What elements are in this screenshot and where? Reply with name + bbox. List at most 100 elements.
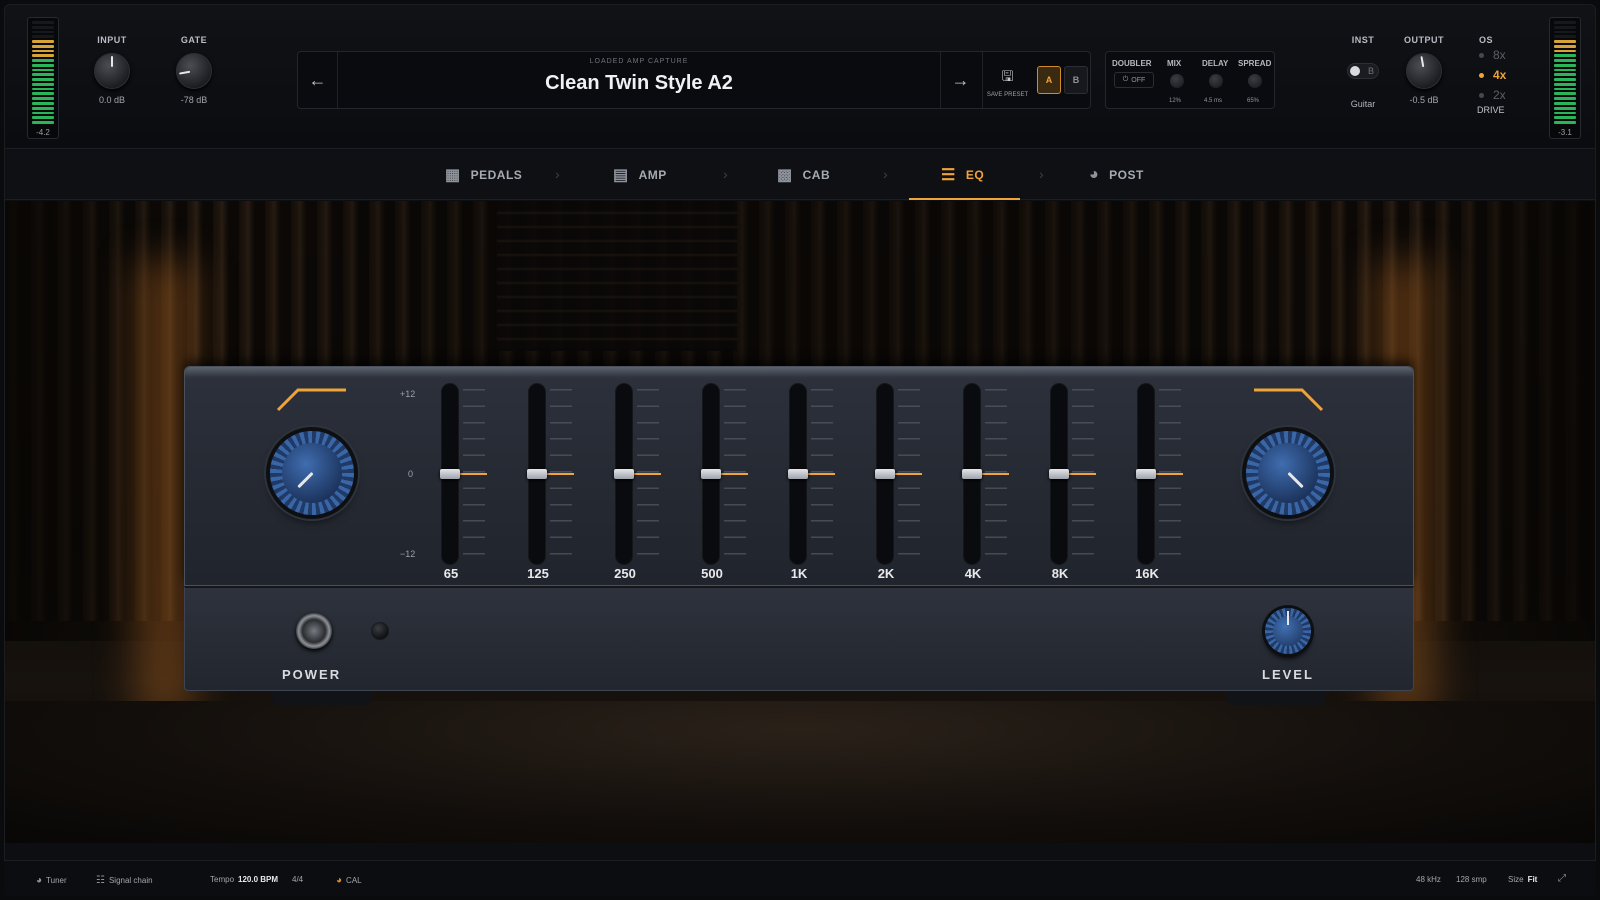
fader-thumb[interactable]: [440, 469, 460, 479]
doubler-title: DOUBLER: [1112, 59, 1152, 68]
doubler-power-button[interactable]: ⏻ OFF: [1114, 72, 1154, 88]
fader-thumb[interactable]: [788, 469, 808, 479]
tuner-button[interactable]: ◕ Tuner: [36, 875, 67, 886]
preset-subtitle: LOADED AMP CAPTURE: [589, 58, 689, 65]
cal-icon: ◕: [336, 875, 343, 886]
tab-eq[interactable]: ☰ EQ: [908, 150, 1021, 200]
os-option-label: 8x: [1493, 48, 1506, 62]
meter-segment: [32, 102, 54, 105]
os-option-2x[interactable]: 2x: [1475, 85, 1521, 105]
meter-segment: [1554, 44, 1576, 48]
meter-segment: [32, 44, 54, 48]
os-label: OS: [1479, 35, 1494, 45]
signal-chain-icon: ☷: [96, 875, 105, 886]
band-frequency-label: 250: [614, 566, 636, 581]
output-knob[interactable]: [1406, 53, 1442, 89]
preset-name[interactable]: Clean Twin Style A2: [338, 72, 940, 95]
level-knob[interactable]: [1265, 608, 1311, 654]
meter-segment: [1554, 82, 1576, 86]
eq-band-8k: 8K: [1049, 383, 1120, 581]
os-option-4x[interactable]: 4x: [1475, 65, 1521, 85]
meter-segment: [1554, 25, 1576, 29]
meter-segment: [1554, 111, 1576, 115]
meter-segment: [32, 59, 54, 62]
meter-segment: [1554, 102, 1576, 105]
fader-thumb[interactable]: [1136, 469, 1156, 479]
save-preset-button[interactable]: 🖫 SAVE PRESET: [982, 52, 1032, 108]
band-frequency-label: 4K: [964, 566, 982, 581]
fader-thumb[interactable]: [875, 469, 895, 479]
pedal-icon: ▦: [445, 167, 461, 184]
meter-segment: [1554, 54, 1576, 58]
time-signature[interactable]: 4/4: [292, 875, 303, 884]
tab-label: CAB: [802, 168, 831, 182]
high-shelf-knob[interactable]: [1246, 431, 1330, 515]
fader-thumb[interactable]: [962, 469, 982, 479]
toggle-thumb: [1350, 66, 1360, 76]
top-bar: -4.2 INPUT 0.0 dB GATE -78 dB ← LOADED A…: [5, 5, 1595, 149]
arrow-right-icon: →: [951, 69, 970, 90]
zero-db-marker: [892, 473, 922, 475]
band-frequency-label: 2K: [877, 566, 895, 581]
band-frequency-label: 500: [701, 566, 723, 581]
chevron-right-icon: ›: [555, 166, 560, 182]
tempo-label: Tempo: [210, 875, 235, 884]
signal-chain-button[interactable]: ☷ Signal chain: [96, 875, 153, 886]
os-option-8x[interactable]: 8x: [1475, 45, 1521, 65]
inst-control: INST B Guitar: [1341, 35, 1385, 109]
meter-segment: [1554, 68, 1576, 72]
eq-band-2k: 2K: [875, 383, 946, 581]
input-knob[interactable]: [94, 53, 130, 89]
tab-label: AMP: [638, 168, 667, 182]
meter-segment: [1554, 40, 1576, 43]
meter-segment: [1554, 73, 1576, 77]
power-label: POWER: [282, 667, 342, 682]
toggle-letter: B: [1367, 66, 1374, 76]
fader-thumb[interactable]: [527, 469, 547, 479]
fader-thumb[interactable]: [614, 469, 634, 479]
eq-band-16k: 16K: [1135, 383, 1207, 581]
mix-value: 12%: [1169, 98, 1182, 104]
eq-band-125: 125: [527, 383, 598, 581]
low-shelf-curve-icon: [276, 388, 346, 412]
slot-a-button[interactable]: A: [1037, 66, 1061, 94]
os-option-label: 4x: [1493, 68, 1507, 82]
gate-knob[interactable]: [176, 53, 212, 89]
tab-amp[interactable]: ▤ AMP: [613, 150, 667, 200]
power-switch[interactable]: [296, 613, 332, 649]
meter-segment: [32, 121, 54, 124]
meter-segment: [1554, 121, 1576, 124]
fader-scale-ticks: [898, 389, 920, 555]
size-selector[interactable]: Size Fit: [1508, 875, 1537, 884]
mix-knob[interactable]: [1170, 74, 1184, 88]
tempo-display[interactable]: Tempo 120.0 BPM: [210, 875, 278, 884]
zero-db-marker: [718, 473, 748, 475]
meter-segment: [32, 68, 54, 72]
fader-thumb[interactable]: [1049, 469, 1069, 479]
prev-preset-button[interactable]: ←: [298, 52, 338, 108]
tab-pedals[interactable]: ▦ PEDALS: [445, 150, 522, 200]
doubler-panel: DOUBLER ⏻ OFF MIX 12% DELAY 4.5 ms SPREA…: [1105, 51, 1275, 109]
chevron-right-icon: ›: [723, 166, 728, 182]
delay-knob[interactable]: [1209, 74, 1223, 88]
meter-segment: [32, 73, 54, 77]
fullscreen-button[interactable]: ⤢: [1558, 873, 1566, 884]
tab-post[interactable]: ◕ POST: [1089, 150, 1144, 200]
eq-band-250: 250: [614, 383, 685, 581]
slot-b-button[interactable]: B: [1064, 66, 1088, 94]
low-shelf-knob[interactable]: [270, 431, 354, 515]
tempo-value: 120.0 BPM: [238, 875, 279, 884]
meter-segment: [1554, 87, 1576, 91]
next-preset-button[interactable]: →: [940, 52, 980, 108]
eq-band-65: 65: [440, 383, 511, 581]
cal-button[interactable]: ◕ CAL: [336, 875, 362, 886]
tab-cab[interactable]: ▩ CAB: [777, 150, 830, 200]
zero-db-marker: [979, 473, 1009, 475]
amp-icon: ▤: [613, 167, 629, 184]
inst-toggle[interactable]: B: [1347, 63, 1379, 79]
fader-thumb[interactable]: [701, 469, 721, 479]
meter-segment: [1554, 92, 1576, 96]
output-value: -0.5 dB: [1409, 95, 1439, 105]
high-shelf-curve-icon: [1254, 388, 1324, 412]
spread-knob[interactable]: [1248, 74, 1262, 88]
